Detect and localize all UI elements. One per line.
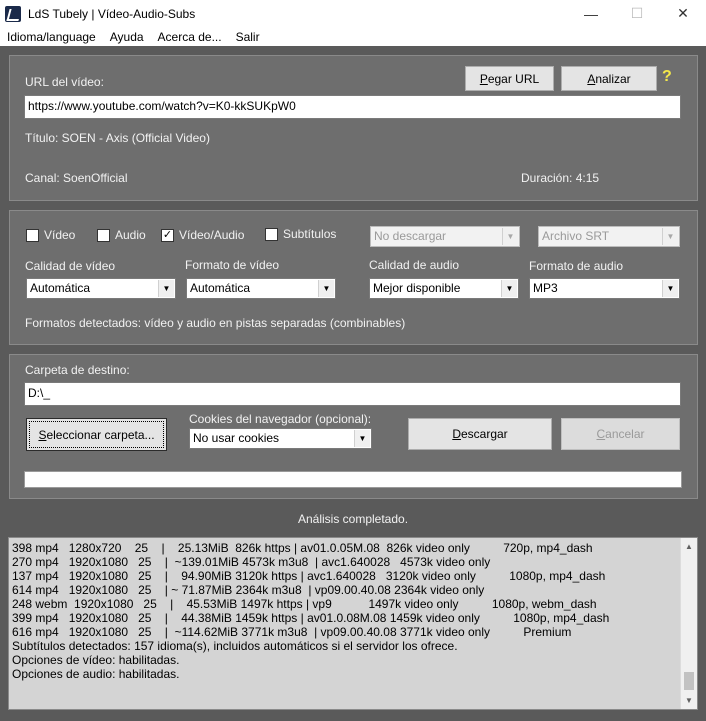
audio-quality-select[interactable]: Mejor disponible ▼ xyxy=(369,278,519,299)
duration-text: Duración: 4:15 xyxy=(521,171,600,185)
cancel-button[interactable]: Cancelar xyxy=(561,418,680,450)
log-line: Opciones de vídeo: habilitadas. xyxy=(12,653,180,667)
log-line: Subtítulos detectados: 157 idioma(s), in… xyxy=(12,639,458,653)
url-input[interactable]: https://www.youtube.com/watch?v=K0-kkSUK… xyxy=(24,95,681,119)
checkbox-video-audio-box[interactable]: ✓ xyxy=(161,228,174,242)
checkbox-video-audio[interactable]: ✓ Vídeo/Audio xyxy=(161,228,244,242)
scroll-up-icon[interactable]: ▲ xyxy=(681,538,697,555)
menu-about[interactable]: Acerca de... xyxy=(151,30,229,44)
chevron-down-icon: ▼ xyxy=(318,280,334,297)
video-title-text: Título: SOEN - Axis (Official Video) xyxy=(25,131,210,145)
window-title: LdS Tubely | Vídeo-Audio-Subs xyxy=(28,6,196,21)
video-quality-select[interactable]: Automática ▼ xyxy=(26,278,176,299)
audio-format-select[interactable]: MP3 ▼ xyxy=(529,278,680,299)
url-label: URL del vídeo: xyxy=(25,75,104,89)
log-line: 398 mp4 1280x720 25 | 25.13MiB 826k http… xyxy=(12,541,593,555)
window-controls: — ☐ ✕ xyxy=(568,0,706,27)
formats-detected-text: Formatos detectados: vídeo y audio en pi… xyxy=(25,316,406,330)
log-line: 616 mp4 1920x1080 25 | ~114.62MiB 3771k … xyxy=(12,625,572,639)
channel-text: Canal: SoenOfficial xyxy=(25,171,128,185)
subtitles-format-select[interactable]: Archivo SRT ▼ xyxy=(538,226,680,247)
checkbox-audio-box[interactable] xyxy=(97,228,110,242)
scroll-down-icon[interactable]: ▼ xyxy=(681,692,697,709)
destination-path-input[interactable]: D:\_ xyxy=(24,382,681,406)
menu-help[interactable]: Ayuda xyxy=(103,30,151,44)
menu-exit[interactable]: Salir xyxy=(229,30,267,44)
cookies-select[interactable]: No usar cookies ▼ xyxy=(189,428,372,449)
analyze-button[interactable]: Analizar xyxy=(561,66,657,91)
log-output[interactable]: 398 mp4 1280x720 25 | 25.13MiB 826k http… xyxy=(8,537,698,710)
log-line: 399 mp4 1920x1080 25 | 44.38MiB 1459k ht… xyxy=(12,611,610,625)
subtitles-language-select[interactable]: No descargar ▼ xyxy=(370,226,520,247)
chevron-down-icon: ▼ xyxy=(501,280,517,297)
chevron-down-icon: ▼ xyxy=(354,430,370,447)
scroll-thumb[interactable] xyxy=(684,672,694,690)
app-icon xyxy=(5,5,21,22)
log-lines: 398 mp4 1280x720 25 | 25.13MiB 826k http… xyxy=(12,541,677,681)
menu-bar: Idioma/language Ayuda Acerca de... Salir xyxy=(0,27,706,46)
destination-label: Carpeta de destino: xyxy=(25,363,130,377)
checkbox-audio[interactable]: Audio xyxy=(97,228,146,242)
video-format-label: Formato de vídeo xyxy=(185,258,280,272)
chevron-down-icon: ▼ xyxy=(158,280,174,297)
download-progress-bar xyxy=(24,471,682,488)
status-text: Análisis completado. xyxy=(297,512,409,526)
log-line: 248 webm 1920x1080 25 | 45.53MiB 1497k h… xyxy=(12,597,597,611)
checkbox-subtitles[interactable]: Subtítulos xyxy=(265,227,336,241)
chevron-down-icon: ▼ xyxy=(662,228,678,245)
log-line: 270 mp4 1920x1080 25 | ~139.01MiB 4573k … xyxy=(12,555,491,569)
chevron-down-icon: ▼ xyxy=(502,228,518,245)
chevron-down-icon: ▼ xyxy=(662,280,678,297)
checkbox-subtitles-box[interactable] xyxy=(265,227,278,241)
select-folder-button[interactable]: Seleccionar carpeta... xyxy=(26,418,167,451)
checkbox-video-label: Vídeo xyxy=(44,228,76,242)
minimize-button[interactable]: — xyxy=(568,0,614,27)
cookies-label: Cookies del navegador (opcional): xyxy=(189,412,372,426)
title-bar: LdS Tubely | Vídeo-Audio-Subs — ☐ ✕ xyxy=(0,0,706,27)
checkbox-video[interactable]: Vídeo xyxy=(26,228,75,242)
help-icon[interactable]: ? xyxy=(662,68,672,86)
menu-language[interactable]: Idioma/language xyxy=(0,30,103,44)
paste-url-button[interactable]: Pegar URL xyxy=(465,66,554,91)
audio-quality-label: Calidad de audio xyxy=(369,258,460,272)
log-line: Opciones de audio: habilitadas. xyxy=(12,667,180,681)
download-button[interactable]: Descargar xyxy=(408,418,552,450)
close-button[interactable]: ✕ xyxy=(660,0,706,27)
checkbox-video-box[interactable] xyxy=(26,228,39,242)
log-line: 137 mp4 1920x1080 25 | 94.90MiB 3120k ht… xyxy=(12,569,606,583)
log-scrollbar[interactable]: ▲ ▼ xyxy=(680,538,697,709)
video-quality-label: Calidad de vídeo xyxy=(25,259,116,273)
log-line: 614 mp4 1920x1080 25 | ~ 71.87MiB 2364k … xyxy=(12,583,485,597)
checkbox-video-audio-label: Vídeo/Audio xyxy=(179,228,245,242)
maximize-button[interactable]: ☐ xyxy=(614,0,660,27)
video-format-select[interactable]: Automática ▼ xyxy=(186,278,336,299)
checkbox-subtitles-label: Subtítulos xyxy=(283,227,337,241)
audio-format-label: Formato de audio xyxy=(529,259,624,273)
checkbox-audio-label: Audio xyxy=(115,228,146,242)
